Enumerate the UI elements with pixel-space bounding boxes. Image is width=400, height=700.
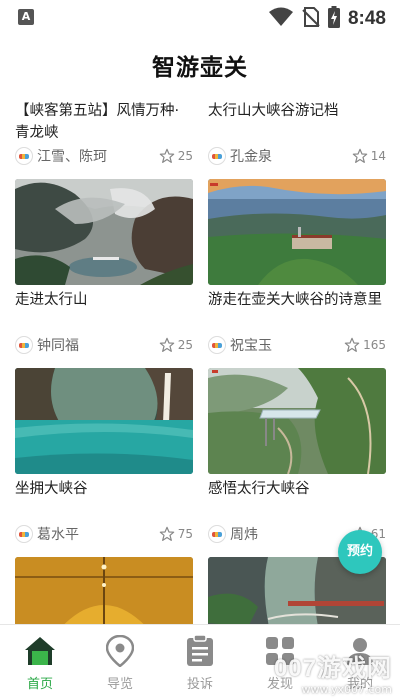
nav-item-guide[interactable]: 导览 bbox=[80, 625, 160, 700]
nav-item-complaint[interactable]: 投诉 bbox=[160, 625, 240, 700]
like-count: 25 bbox=[177, 149, 193, 163]
nav-item-home[interactable]: 首页 bbox=[0, 625, 80, 700]
like-count: 75 bbox=[177, 527, 193, 541]
card-title: 走进太行山 bbox=[15, 292, 88, 308]
star-icon bbox=[159, 526, 174, 541]
star-icon bbox=[352, 148, 367, 163]
nav-label: 导览 bbox=[106, 677, 133, 692]
like-button[interactable]: 75 bbox=[159, 526, 193, 542]
map-pin-icon bbox=[104, 635, 136, 667]
article-card[interactable]: 【峡客第五站】风情万种·青龙峡 江雪、陈珂 25 bbox=[15, 96, 193, 168]
nav-label: 发现 bbox=[266, 677, 293, 692]
like-button[interactable]: 14 bbox=[352, 148, 386, 164]
like-button[interactable]: 25 bbox=[159, 148, 193, 164]
article-card[interactable]: 太行山大峡谷游记档 孔金泉 14 bbox=[208, 96, 386, 168]
nav-label: 投诉 bbox=[186, 677, 213, 692]
like-count: 165 bbox=[363, 338, 386, 352]
app-header: 智游壶关 bbox=[0, 48, 400, 88]
card-image-canyon-village-sunset bbox=[208, 179, 386, 285]
avatar bbox=[15, 525, 33, 543]
card-author: 周炜 bbox=[230, 527, 258, 543]
card-image-misty-canyon-lake bbox=[15, 179, 193, 285]
card-title: 【峡客第五站】风情万种·青龙峡 bbox=[15, 103, 180, 141]
article-card[interactable] bbox=[15, 557, 193, 624]
article-card[interactable]: 走进太行山 钟同福 25 bbox=[15, 179, 193, 357]
card-author: 江雪、陈珂 bbox=[37, 149, 107, 165]
like-button[interactable]: 165 bbox=[344, 337, 386, 353]
user-icon bbox=[344, 635, 376, 667]
card-title: 坐拥大峡谷 bbox=[15, 481, 88, 497]
avatar bbox=[15, 336, 33, 354]
card-image-cliff-glass-platform bbox=[208, 368, 386, 474]
avatar bbox=[208, 525, 226, 543]
article-card[interactable]: 坐拥大峡谷 葛水平 75 bbox=[15, 368, 193, 546]
page-title: 智游壶关 bbox=[152, 55, 248, 81]
status-bar: A 8:48 bbox=[0, 0, 400, 36]
avatar bbox=[15, 147, 33, 165]
card-author: 祝宝玉 bbox=[230, 338, 272, 354]
reserve-button[interactable]: 预约 bbox=[338, 530, 382, 574]
wifi-icon bbox=[268, 7, 294, 31]
card-image-turquoise-river-gorge bbox=[15, 368, 193, 474]
like-count: 25 bbox=[177, 338, 193, 352]
article-card[interactable]: 游走在壶关大峡谷的诗意里 祝宝玉 165 bbox=[208, 179, 386, 357]
card-title: 感悟太行大峡谷 bbox=[208, 481, 310, 497]
article-card[interactable]: 感悟太行大峡谷 周炜 61 bbox=[208, 368, 386, 546]
card-author: 钟同福 bbox=[37, 338, 79, 354]
battery-icon bbox=[327, 6, 340, 32]
avatar bbox=[208, 147, 226, 165]
nav-label: 首页 bbox=[26, 677, 53, 692]
notification-icon: A bbox=[18, 9, 34, 25]
star-icon bbox=[159, 337, 174, 352]
nav-item-profile[interactable]: 我的 bbox=[320, 625, 400, 700]
card-title: 游走在壶关大峡谷的诗意里 bbox=[208, 292, 382, 308]
nav-item-discover[interactable]: 发现 bbox=[240, 625, 320, 700]
like-button[interactable]: 25 bbox=[159, 337, 193, 353]
no-sim-icon bbox=[302, 7, 320, 31]
like-count: 14 bbox=[370, 149, 386, 163]
card-title: 太行山大峡谷游记档 bbox=[208, 103, 339, 119]
card-image-golden-tunnel bbox=[15, 557, 193, 624]
avatar bbox=[208, 336, 226, 354]
grid-icon bbox=[264, 635, 296, 667]
clipboard-icon bbox=[184, 635, 216, 667]
star-icon bbox=[344, 337, 360, 352]
nav-label: 我的 bbox=[346, 677, 373, 692]
bottom-nav: 首页 导览 投诉 发现 我的 bbox=[0, 624, 400, 700]
home-icon bbox=[24, 635, 56, 667]
card-author: 葛水平 bbox=[37, 527, 79, 543]
star-icon bbox=[159, 148, 174, 163]
status-time: 8:48 bbox=[347, 8, 386, 29]
card-author: 孔金泉 bbox=[230, 149, 272, 165]
